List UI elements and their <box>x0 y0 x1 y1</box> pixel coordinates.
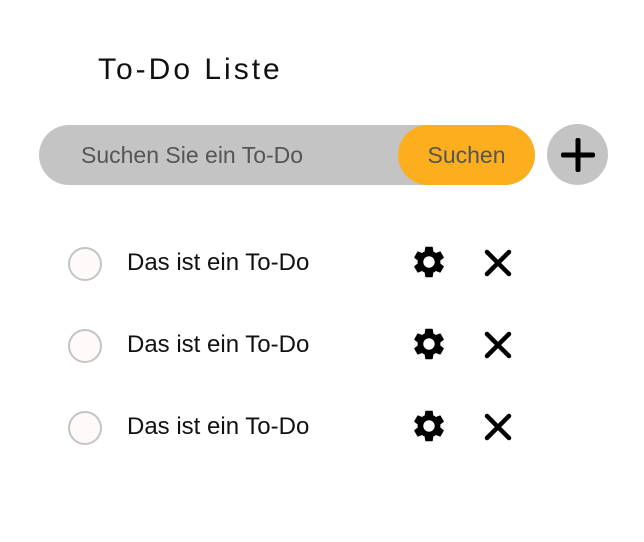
todo-text: Das ist ein To-Do <box>127 331 310 358</box>
close-icon <box>484 249 512 277</box>
todo-checkbox[interactable] <box>68 329 102 363</box>
todo-checkbox[interactable] <box>68 411 102 445</box>
gear-icon <box>414 246 444 278</box>
todo-checkbox[interactable] <box>68 247 102 281</box>
todo-delete-button[interactable] <box>480 327 516 363</box>
todo-text: Das ist ein To-Do <box>127 413 310 440</box>
close-icon <box>484 331 512 359</box>
todo-text: Das ist ein To-Do <box>127 249 310 276</box>
gear-icon <box>414 328 444 360</box>
todo-settings-button[interactable] <box>410 243 448 281</box>
todo-item: Das ist ein To-Do <box>0 234 644 294</box>
todo-settings-button[interactable] <box>410 407 448 445</box>
todo-delete-button[interactable] <box>480 409 516 445</box>
todo-settings-button[interactable] <box>410 325 448 363</box>
todo-item: Das ist ein To-Do <box>0 316 644 376</box>
todo-list: Das ist ein To-Do Das ist ein To-Do Das … <box>0 0 644 542</box>
todo-item: Das ist ein To-Do <box>0 398 644 458</box>
todo-delete-button[interactable] <box>480 245 516 281</box>
gear-icon <box>414 410 444 442</box>
close-icon <box>484 413 512 441</box>
